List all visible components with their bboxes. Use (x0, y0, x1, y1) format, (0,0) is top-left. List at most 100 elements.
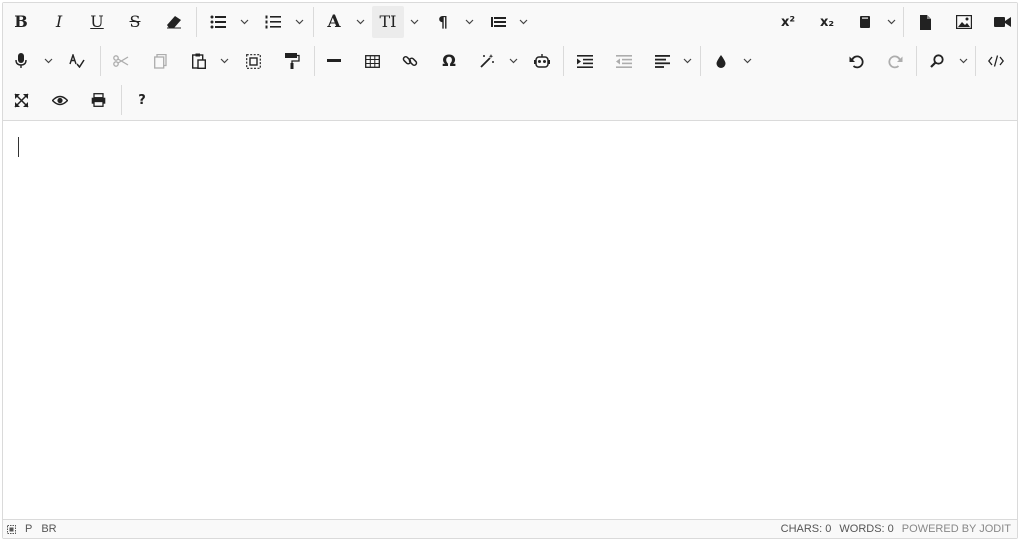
horizontal-rule-button[interactable] (318, 45, 350, 77)
numbered-list-icon (265, 15, 281, 29)
font-button[interactable]: A (318, 6, 350, 38)
undo-button[interactable] (840, 45, 872, 77)
cut-button[interactable] (105, 45, 137, 77)
speech-recognize-dropdown[interactable] (40, 45, 56, 77)
table-button[interactable] (356, 45, 388, 77)
preview-button[interactable] (44, 84, 76, 116)
underline-icon: U (90, 12, 104, 31)
unordered-list-dropdown[interactable] (236, 6, 252, 38)
char-counter: CHARS: 0 (780, 523, 832, 535)
separator (563, 46, 564, 76)
copy-button[interactable] (144, 45, 176, 77)
ai-assistant-dropdown[interactable] (505, 45, 521, 77)
source-button[interactable] (980, 45, 1012, 77)
file-button[interactable] (909, 6, 941, 38)
strikethrough-icon: S (129, 12, 141, 31)
chevron-down-icon (743, 58, 751, 64)
chevron-down-icon (356, 19, 364, 25)
image-button[interactable] (948, 6, 980, 38)
copy-format-button[interactable] (276, 45, 308, 77)
about-button[interactable]: ? (126, 84, 158, 116)
separator (975, 46, 976, 76)
ordered-list-dropdown[interactable] (291, 6, 307, 38)
subscript-icon: x₂ (819, 14, 835, 30)
classname-button[interactable] (849, 6, 881, 38)
eye-icon (52, 95, 68, 105)
ai-assistant-button[interactable] (471, 45, 503, 77)
italic-button[interactable]: I (43, 6, 75, 38)
droplet-icon (716, 54, 726, 68)
copy-icon (153, 53, 167, 69)
eraser-button[interactable] (158, 6, 190, 38)
font-size-icon: TI (379, 12, 397, 31)
bold-button[interactable]: B (5, 6, 37, 38)
align-dropdown[interactable] (679, 45, 695, 77)
path-item-p[interactable]: P (25, 523, 32, 535)
powered-by-link[interactable]: POWERED BY JODIT (902, 523, 1011, 535)
speech-recognize-button[interactable] (5, 45, 37, 77)
search-icon (930, 54, 944, 68)
fullscreen-icon (13, 92, 29, 108)
align-button[interactable] (646, 45, 678, 77)
brush-button[interactable] (705, 45, 737, 77)
find-dropdown[interactable] (955, 45, 971, 77)
video-camera-icon (993, 17, 1011, 27)
select-all-button[interactable] (237, 45, 269, 77)
line-height-dropdown[interactable] (515, 6, 531, 38)
paragraph-button[interactable]: ¶ (427, 6, 459, 38)
italic-icon: I (55, 12, 63, 31)
spellcheck-icon (69, 54, 85, 68)
path-item-br[interactable]: BR (41, 523, 56, 535)
status-bar: P BR CHARS: 0 WORDS: 0 POWERED BY JODIT (3, 519, 1017, 538)
toolbar-row-1: B I U S A TI ¶ x² x₂ (3, 3, 1017, 42)
line-height-icon (490, 17, 506, 27)
element-path: P BR (3, 523, 57, 535)
ai-commands-button[interactable] (526, 45, 558, 77)
video-button[interactable] (986, 6, 1018, 38)
print-button[interactable] (82, 84, 114, 116)
paragraph-dropdown[interactable] (461, 6, 477, 38)
printer-icon (91, 93, 105, 107)
word-counter: WORDS: 0 (839, 523, 894, 535)
align-left-icon (654, 54, 670, 68)
redo-icon (887, 55, 902, 68)
select-element-icon[interactable] (7, 524, 16, 534)
paste-dropdown[interactable] (216, 45, 232, 77)
underline-button[interactable]: U (81, 6, 113, 38)
font-size-button[interactable]: TI (372, 6, 404, 38)
microphone-icon (15, 53, 27, 68)
subscript-button[interactable]: x₂ (811, 6, 843, 38)
chevron-down-icon (465, 19, 473, 25)
editor-content-area[interactable] (3, 120, 1017, 520)
clipboard-icon (192, 53, 206, 69)
font-size-dropdown[interactable] (406, 6, 422, 38)
strikethrough-button[interactable]: S (119, 6, 151, 38)
redo-button[interactable] (879, 45, 911, 77)
ordered-list-button[interactable] (257, 6, 289, 38)
special-characters-button[interactable]: Ω (433, 45, 465, 77)
outdent-button[interactable] (608, 45, 640, 77)
separator (700, 46, 701, 76)
toolbar-row-3: ? (3, 81, 1017, 120)
font-dropdown[interactable] (352, 6, 368, 38)
fullsize-button[interactable] (5, 84, 37, 116)
toolbar: B I U S A TI ¶ x² x₂ Ω ? (3, 3, 1017, 121)
chevron-down-icon (240, 19, 248, 25)
unordered-list-button[interactable] (202, 6, 234, 38)
link-button[interactable] (394, 45, 426, 77)
spellcheck-button[interactable] (61, 45, 93, 77)
classname-dropdown[interactable] (883, 6, 899, 38)
separator (100, 46, 101, 76)
eraser-icon (167, 16, 181, 29)
paste-button[interactable] (183, 45, 215, 77)
separator (196, 7, 197, 37)
toolbar-row-2: Ω (3, 42, 1017, 81)
select-all-icon (245, 53, 261, 69)
line-height-button[interactable] (482, 6, 514, 38)
magic-wand-icon (480, 54, 494, 68)
help-icon: ? (138, 92, 146, 108)
superscript-button[interactable]: x² (772, 6, 804, 38)
indent-button[interactable] (569, 45, 601, 77)
brush-dropdown[interactable] (739, 45, 755, 77)
find-button[interactable] (921, 45, 953, 77)
